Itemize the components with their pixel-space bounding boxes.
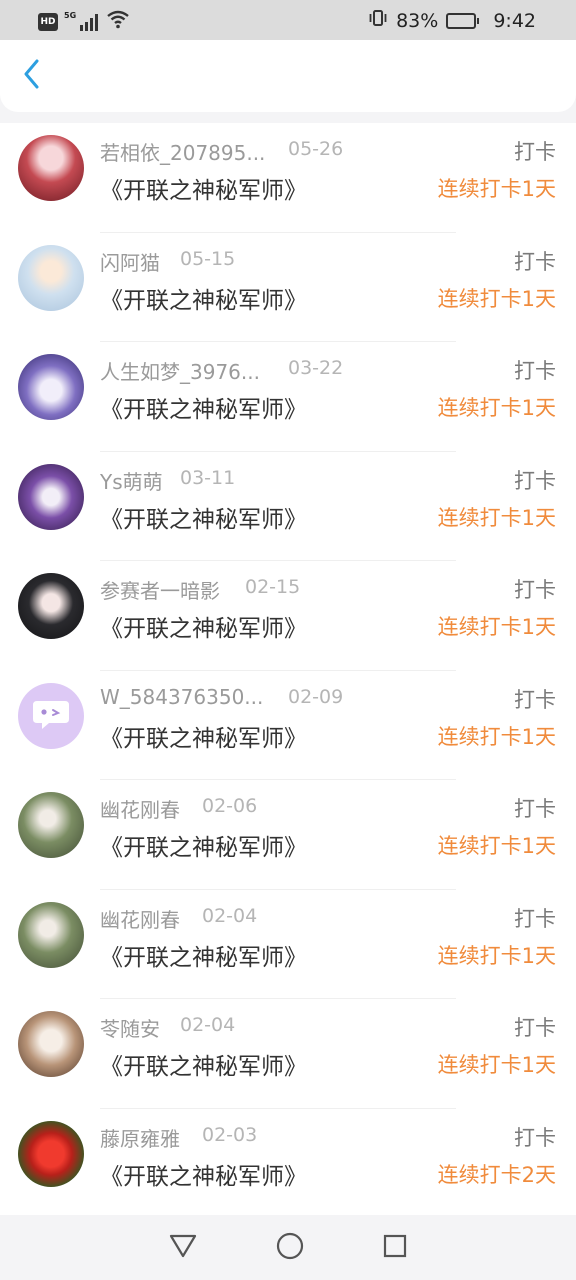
clock: 9:42	[493, 9, 536, 32]
checkin-date: 02-04	[180, 1014, 236, 1036]
user-name[interactable]: 人生如梦_3976...	[100, 356, 260, 385]
status-right: 83% 9:42	[368, 8, 536, 33]
streak-label: 连续打卡1天	[437, 286, 556, 311]
back-button[interactable]	[14, 58, 50, 94]
list-item[interactable]: 藤原雍雅 02-03 打卡 《开联之神秘军师》 连续打卡2天	[0, 1109, 576, 1216]
circle-home-icon	[276, 1232, 304, 1264]
user-name[interactable]: 幽花刚春	[100, 904, 180, 933]
checkin-date: 02-09	[288, 685, 344, 708]
record-type: 打卡	[514, 578, 556, 602]
streak-label: 连续打卡1天	[437, 177, 556, 201]
streak-label: 连续打卡1天	[437, 1053, 556, 1077]
book-title[interactable]: 《开联之神秘军师》	[100, 500, 307, 534]
book-title[interactable]: 《开联之神秘军师》	[100, 609, 307, 643]
checkin-date: 05-26	[288, 138, 344, 160]
user-name[interactable]: 藤原雍雅	[100, 1123, 180, 1152]
record-type: 打卡	[514, 140, 556, 164]
avatar[interactable]	[18, 573, 84, 639]
list-item[interactable]: 苓随安 02-04 打卡 《开联之神秘军师》 连续打卡1天	[0, 999, 576, 1109]
record-type: 打卡	[514, 1016, 556, 1040]
book-title[interactable]: 《开联之神秘军师》	[100, 1157, 307, 1191]
status-left: HD 5G	[38, 9, 130, 34]
battery-percent: 83%	[396, 9, 439, 32]
streak-label: 连续打卡1天	[437, 943, 556, 968]
user-name[interactable]: 幽花刚春	[100, 794, 180, 823]
avatar[interactable]	[18, 792, 84, 858]
record-type: 打卡	[514, 1125, 556, 1150]
checkin-date: 02-04	[202, 904, 258, 927]
square-recents-icon	[382, 1233, 408, 1263]
record-type: 打卡	[514, 468, 556, 493]
checkin-date: 02-03	[202, 1123, 258, 1146]
wifi-icon	[106, 9, 130, 34]
book-title[interactable]: 《开联之神秘军师》	[100, 828, 307, 862]
list-item[interactable]: W_584376350... 02-09 打卡 《开联之神秘军师》 连续打卡1天	[0, 671, 576, 780]
list-item[interactable]: 幽花刚春 02-04 打卡 《开联之神秘军师》 连续打卡1天	[0, 890, 576, 999]
hd-badge: HD	[38, 12, 58, 31]
system-nav-bar	[0, 1215, 576, 1280]
signal-label: 5G	[64, 10, 77, 20]
book-title[interactable]: 《开联之神秘军师》	[100, 1047, 307, 1081]
record-type: 打卡	[514, 797, 556, 821]
battery-icon	[446, 12, 480, 29]
list-item[interactable]: 参赛者一暗影 02-15 打卡 《开联之神秘军师》 连续打卡1天	[0, 561, 576, 671]
user-name[interactable]: 苓随安	[100, 1013, 160, 1042]
record-type: 打卡	[514, 249, 556, 274]
nav-recents-button[interactable]	[382, 1226, 408, 1270]
book-title[interactable]: 《开联之神秘军师》	[100, 719, 307, 753]
checkin-date: 05-15	[180, 247, 236, 270]
book-title[interactable]: 《开联之神秘军师》	[100, 390, 307, 424]
list-item[interactable]: 幽花刚春 02-06 打卡 《开联之神秘军师》 连续打卡1天	[0, 780, 576, 890]
list-item[interactable]: Ys萌萌 03-11 打卡 《开联之神秘军师》 连续打卡1天	[0, 452, 576, 561]
list-item[interactable]: 闪阿猫 05-15 打卡 《开联之神秘军师》 连续打卡1天	[0, 233, 576, 342]
streak-label: 连续打卡1天	[437, 396, 556, 420]
checkin-list: 若相依_207895... 05-26 打卡 《开联之神秘军师》 连续打卡1天 …	[0, 123, 576, 1215]
user-name[interactable]: Ys萌萌	[100, 466, 163, 495]
avatar[interactable]	[18, 135, 84, 201]
book-title[interactable]: 《开联之神秘军师》	[100, 938, 307, 972]
record-type: 打卡	[514, 359, 556, 383]
avatar[interactable]	[18, 901, 84, 968]
avatar[interactable]	[18, 1120, 84, 1187]
user-name[interactable]: 参赛者一暗影	[100, 575, 220, 604]
cellular-signal-icon: 5G	[64, 10, 98, 31]
default-avatar[interactable]	[18, 682, 84, 749]
checkin-date: 03-22	[288, 357, 344, 379]
streak-label: 连续打卡1天	[437, 505, 556, 530]
book-title[interactable]: 《开联之神秘军师》	[100, 281, 307, 315]
user-name[interactable]: W_584376350...	[100, 685, 263, 709]
chat-bubble-icon	[31, 697, 71, 735]
user-name[interactable]: 若相依_207895...	[100, 137, 265, 166]
avatar[interactable]	[18, 354, 84, 420]
header	[0, 40, 576, 112]
streak-label: 连续打卡1天	[437, 834, 556, 858]
status-bar: HD 5G 83% 9:42	[0, 0, 576, 40]
chevron-left-icon	[22, 59, 42, 93]
streak-label: 连续打卡1天	[437, 724, 556, 749]
triangle-back-icon	[168, 1233, 198, 1263]
streak-label: 连续打卡2天	[437, 1162, 556, 1187]
avatar[interactable]	[18, 463, 84, 530]
avatar[interactable]	[18, 1011, 84, 1077]
book-title[interactable]: 《开联之神秘军师》	[100, 171, 307, 205]
nav-home-button[interactable]	[276, 1226, 304, 1270]
nav-back-button[interactable]	[168, 1226, 198, 1270]
streak-label: 连续打卡1天	[437, 615, 556, 639]
checkin-date: 02-15	[245, 576, 301, 598]
list-item[interactable]: 人生如梦_3976... 03-22 打卡 《开联之神秘军师》 连续打卡1天	[0, 342, 576, 452]
avatar[interactable]	[18, 244, 84, 311]
user-name[interactable]: 闪阿猫	[100, 247, 160, 276]
checkin-date: 02-06	[202, 795, 258, 817]
list-item[interactable]: 若相依_207895... 05-26 打卡 《开联之神秘军师》 连续打卡1天	[0, 123, 576, 233]
record-type: 打卡	[514, 687, 556, 712]
vibrate-icon	[368, 8, 388, 33]
record-type: 打卡	[514, 906, 556, 931]
checkin-date: 03-11	[180, 466, 236, 489]
